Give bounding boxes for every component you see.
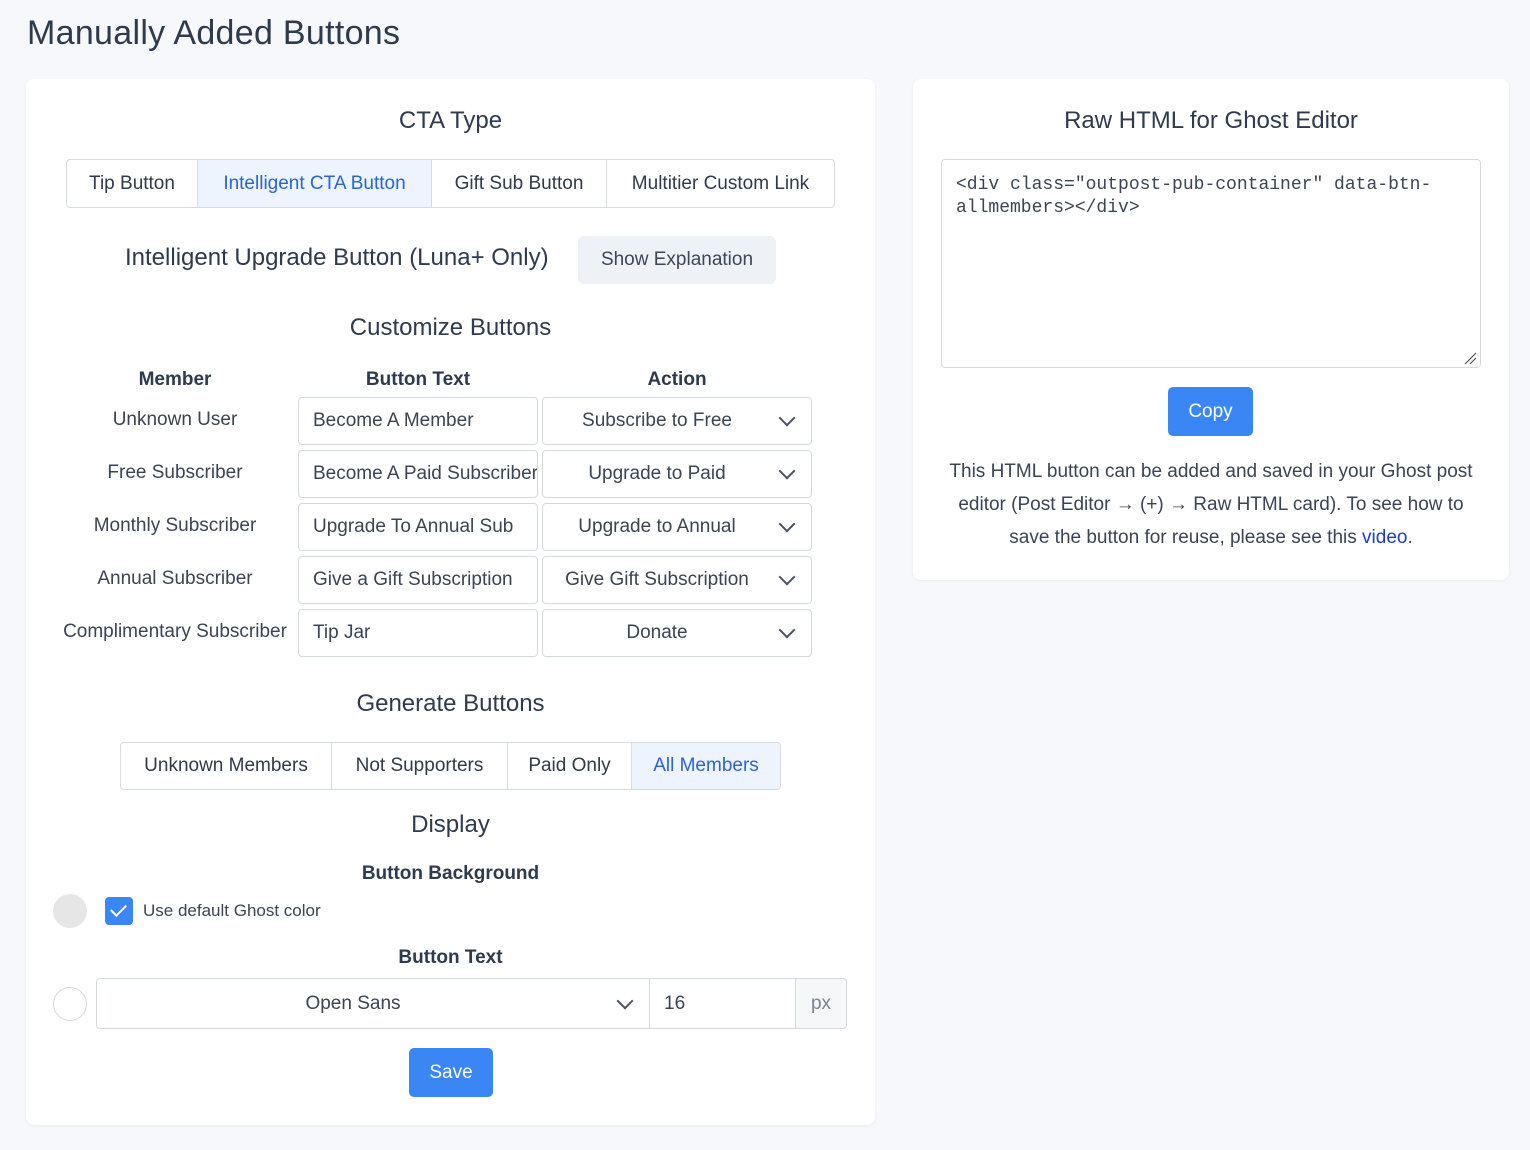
generate-tabs: Unknown Members Not Supporters Paid Only… <box>120 742 781 790</box>
text-color-swatch[interactable] <box>53 987 87 1021</box>
row-label-member: Annual Subscriber <box>97 568 253 589</box>
raw-html-instructions: This HTML button can be added and saved … <box>941 455 1481 554</box>
resize-handle-icon[interactable] <box>1463 351 1477 365</box>
button-text-input[interactable]: Become A Member <box>298 397 538 445</box>
action-select-value: Give Gift Subscription <box>565 569 749 590</box>
tab-multitier-custom-link[interactable]: Multitier Custom Link <box>607 160 834 207</box>
button-text-title: Button Text <box>398 947 503 968</box>
raw-html-card: Raw HTML for Ghost Editor <div class="ou… <box>913 79 1509 580</box>
action-select-value: Upgrade to Paid <box>588 463 726 484</box>
default-color-checkbox[interactable] <box>105 897 133 925</box>
action-select[interactable]: Subscribe to Free <box>542 397 812 445</box>
action-select[interactable]: Upgrade to Annual <box>542 503 812 551</box>
raw-html-textarea[interactable]: <div class="outpost-pub-container" data-… <box>941 159 1481 368</box>
customize-buttons-title: Customize Buttons <box>349 314 552 341</box>
show-explanation-button[interactable]: Show Explanation <box>578 236 776 284</box>
page-title: Manually Added Buttons <box>27 14 401 52</box>
row-label-member: Monthly Subscriber <box>93 515 257 536</box>
action-select[interactable]: Donate <box>542 609 812 657</box>
tab-intelligent-cta-button[interactable]: Intelligent CTA Button <box>198 160 432 207</box>
cta-type-title: CTA Type <box>398 107 503 134</box>
button-background-title: Button Background <box>361 863 540 884</box>
tab-paid-only[interactable]: Paid Only <box>508 743 632 789</box>
tab-tip-button[interactable]: Tip Button <box>67 160 198 207</box>
row-label-member: Unknown User <box>112 409 238 430</box>
column-header-button-text: Button Text <box>365 369 471 390</box>
column-header-member: Member <box>138 369 212 390</box>
button-config-card: CTA Type Tip Button Intelligent CTA Butt… <box>26 79 875 1125</box>
action-select[interactable]: Upgrade to Paid <box>542 450 812 498</box>
row-label-member: Free Subscriber <box>107 462 243 483</box>
copy-button[interactable]: Copy <box>1168 387 1253 436</box>
instructions-end: . <box>1407 527 1413 548</box>
display-title: Display <box>411 811 490 838</box>
intelligent-upgrade-heading: Intelligent Upgrade Button (Luna+ Only) <box>125 244 549 271</box>
font-family-value: Open Sans <box>305 992 401 1014</box>
tab-unknown-members[interactable]: Unknown Members <box>121 743 332 789</box>
font-size-unit: px <box>795 978 847 1029</box>
action-select-value: Subscribe to Free <box>582 410 732 431</box>
save-button[interactable]: Save <box>409 1048 493 1097</box>
raw-html-title: Raw HTML for Ghost Editor <box>1064 107 1358 134</box>
tab-all-members[interactable]: All Members <box>632 743 780 789</box>
generate-buttons-title: Generate Buttons <box>356 690 545 717</box>
tab-gift-sub-button[interactable]: Gift Sub Button <box>432 160 607 207</box>
action-select-value: Upgrade to Annual <box>578 516 736 537</box>
checkmark-icon <box>110 900 127 917</box>
default-color-checkbox-label: Use default Ghost color <box>143 901 321 920</box>
background-color-swatch[interactable] <box>53 894 87 928</box>
button-text-input[interactable]: Give a Gift Subscription <box>298 556 538 604</box>
column-header-action: Action <box>647 369 707 390</box>
font-size-input[interactable]: 16 <box>649 978 796 1029</box>
tab-not-supporters[interactable]: Not Supporters <box>332 743 508 789</box>
action-select[interactable]: Give Gift Subscription <box>542 556 812 604</box>
cta-type-tabs: Tip Button Intelligent CTA Button Gift S… <box>66 159 835 208</box>
button-text-input[interactable]: Tip Jar <box>298 609 538 657</box>
video-link[interactable]: video <box>1362 527 1407 548</box>
button-text-input[interactable]: Upgrade To Annual Sub <box>298 503 538 551</box>
font-family-select[interactable]: Open Sans <box>96 978 650 1029</box>
row-label-member: Complimentary Subscriber <box>63 621 287 642</box>
action-select-value: Donate <box>626 622 688 643</box>
button-text-input[interactable]: Become A Paid Subscriber <box>298 450 538 498</box>
